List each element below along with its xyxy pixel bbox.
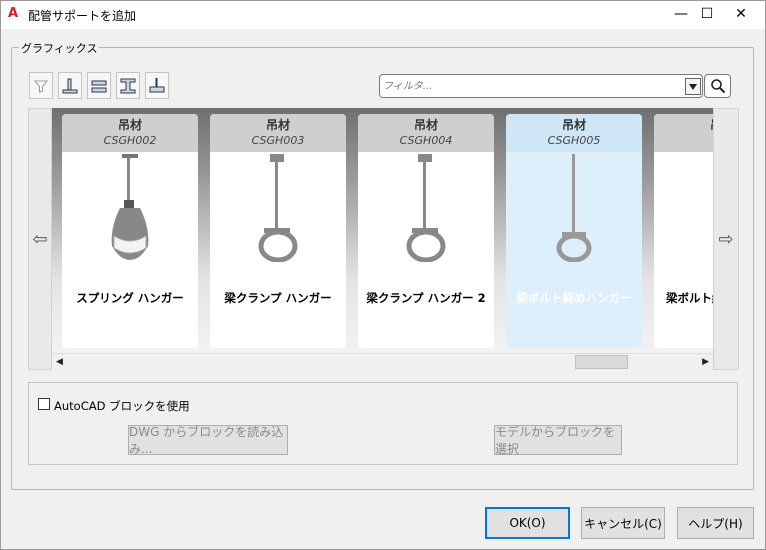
ok-button[interactable]: OK(O)	[485, 507, 570, 539]
gallery-card[interactable]: 吊材 CSGH004 梁クランプ ハンガー 2	[358, 114, 494, 348]
beam-support-icon	[91, 80, 107, 92]
pipe-hanger-button[interactable]	[145, 72, 169, 99]
card-category: 吊材	[561, 118, 586, 132]
chevron-down-icon	[689, 83, 697, 90]
card-header: 吊材 CSGH004	[358, 114, 494, 152]
gallery-card[interactable]: 吊材 CS 梁ボルト締	[654, 114, 713, 348]
card-image	[506, 152, 642, 262]
i-beam-support-button[interactable]	[116, 72, 140, 99]
filter-input[interactable]	[383, 78, 683, 94]
beam-clamp-hanger-icon	[258, 154, 298, 262]
gallery-card-selected[interactable]: 吊材 CSGH005 梁ボルト締めハンガー	[506, 114, 642, 348]
scroll-left-icon[interactable]: ◀	[56, 357, 63, 367]
title-bar[interactable]: A 配管サポートを追加 — ☐ ✕	[1, 1, 765, 29]
card-code: CSGH005	[547, 134, 601, 147]
card-header: 吊材 CSGH003	[210, 114, 346, 152]
beam-clamp-hanger-2-icon	[406, 154, 446, 262]
gallery-card[interactable]: 吊材 CSGH003 梁クランプ ハンガー	[210, 114, 346, 348]
load-block-from-dwg-button[interactable]: DWG からブロックを読み込み...	[128, 425, 288, 456]
help-button[interactable]: ヘルプ(H)	[677, 507, 754, 539]
card-category: 吊材	[413, 118, 438, 132]
gallery-card[interactable]: 吊材 CSGH002 スプリング ハンガー	[62, 114, 198, 348]
card-category: 吊材	[117, 118, 142, 132]
beam-support-button[interactable]	[87, 72, 111, 99]
filter-dropdown-button[interactable]	[685, 78, 701, 95]
card-code: CSGH004	[399, 134, 453, 147]
card-image	[62, 152, 198, 262]
filter-icon	[33, 80, 49, 93]
base-support-button[interactable]	[58, 72, 82, 99]
card-category: 吊材	[265, 118, 290, 132]
dialog-title: 配管サポートを追加	[28, 9, 137, 23]
card-name: 梁ボルト締めハンガー	[516, 291, 632, 305]
beam-bolt-hanger-icon	[556, 154, 592, 262]
card-code: CS	[654, 133, 713, 149]
arrow-left-icon: ⇦	[32, 228, 48, 250]
use-autocad-block-checkbox[interactable]	[38, 398, 50, 410]
gallery-strip: 吊材 CSGH002 スプリング ハンガー 吊材 CSGH003 梁クランプ ハ…	[52, 108, 713, 353]
card-name: 梁クランプ ハンガー 2	[366, 291, 486, 305]
pipe-hanger-icon	[149, 77, 165, 92]
maximize-button[interactable]: ☐	[691, 1, 723, 27]
card-header: 吊材 CSGH005	[506, 114, 642, 152]
card-category: 吊材	[654, 117, 713, 133]
gallery-scrollbar[interactable]: ◀ ▶	[52, 353, 713, 370]
graphics-group-label: グラフィックス	[19, 40, 100, 56]
select-block-from-model-button[interactable]: モデルからブロックを選択	[494, 425, 622, 456]
card-image	[358, 152, 494, 262]
scrollbar-thumb[interactable]	[575, 355, 628, 369]
card-header: 吊材 CSGH002	[62, 114, 198, 152]
card-code: CSGH002	[103, 134, 157, 147]
card-name: 梁クランプ ハンガー	[224, 291, 332, 305]
arrow-right-icon: ⇨	[718, 228, 734, 250]
base-support-icon	[62, 78, 78, 93]
spring-hanger-icon	[111, 154, 149, 260]
card-image	[654, 152, 713, 262]
close-button[interactable]: ✕	[725, 1, 757, 27]
search-icon	[710, 79, 725, 94]
use-autocad-block-label[interactable]: AutoCAD ブロックを使用	[54, 398, 190, 414]
scroll-right-icon[interactable]: ▶	[702, 357, 709, 367]
gallery-prev-button[interactable]: ⇦	[28, 108, 52, 370]
i-beam-support-icon	[120, 78, 136, 93]
filter-button[interactable]	[29, 72, 53, 99]
card-code: CSGH003	[251, 134, 305, 147]
filter-combobox[interactable]	[379, 74, 703, 98]
card-name: 梁ボルト締	[666, 291, 713, 305]
autocad-logo-icon: A	[8, 6, 19, 21]
cancel-button[interactable]: キャンセル(C)	[581, 507, 665, 539]
card-image	[210, 152, 346, 262]
hanger-icon	[692, 152, 713, 262]
search-button[interactable]	[704, 74, 731, 98]
card-name: スプリング ハンガー	[76, 291, 184, 305]
card-header: 吊材 CS	[654, 114, 713, 152]
gallery-next-button[interactable]: ⇨	[713, 108, 739, 370]
